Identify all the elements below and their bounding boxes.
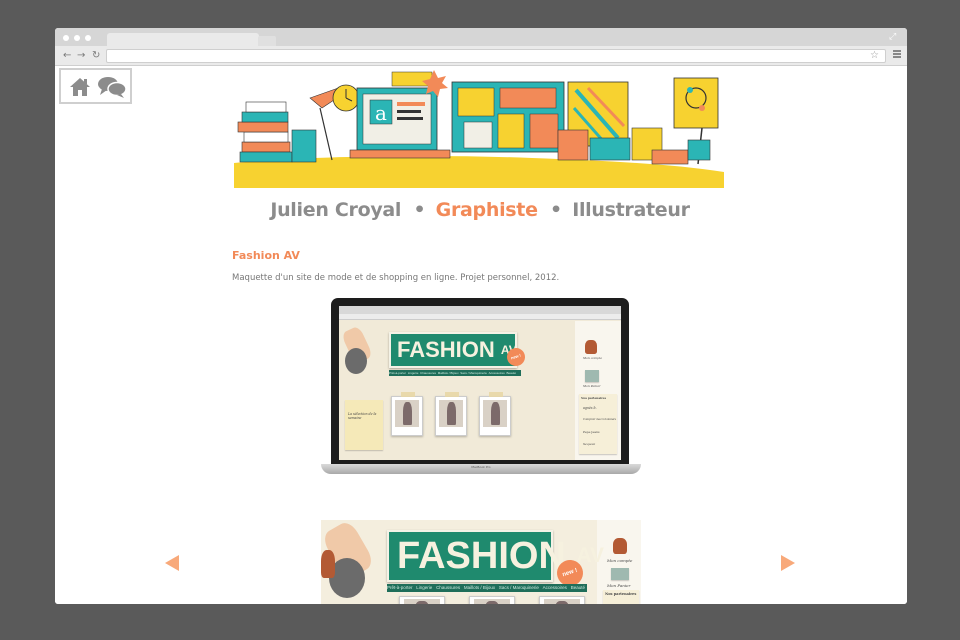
mock-cart-icon [585,370,599,382]
mock-fashion-sign: FASHION AV [387,530,604,582]
mock-nav-item: Sacs / Maroquinerie [460,371,487,375]
mock-sidebar-account: Mon compte [583,356,602,360]
mock-nav-item: Beauté [570,585,585,590]
back-button[interactable]: ← [63,49,71,63]
window-close-dot[interactable] [63,35,69,41]
mock-selection-note: La sélection de la semaine [345,400,383,450]
home-icon[interactable] [69,77,91,97]
mock-tape [401,392,415,397]
mock-nav-bar: Prêt-à-porter Lingerie Chaussures Maillo… [389,370,521,376]
mock-nav-bar: Prêt-à-porter Lingerie Chaussures Maillo… [387,584,587,592]
mock-product-photo [469,596,515,604]
mock-sidebar-icon [613,538,627,554]
title-role-graphiste[interactable]: Graphiste [436,199,538,221]
mock-nav-item: Chaussures [420,371,437,375]
laptop-screen: FASHION AV new ! Prêt-à-porter Lingerie … [339,306,621,460]
mock-partners-box: Nos partenaires agnès b. Comptoir des Co… [579,394,617,454]
mock-sidebar-cart: Mon Panier [583,384,601,388]
site-owner-name: Julien Croyal [270,199,402,221]
new-tab-button[interactable] [258,36,276,46]
window-minimize-dot[interactable] [74,35,80,41]
mock-tape [489,392,503,397]
browser-tab[interactable] [107,33,259,46]
title-role-illustrateur[interactable]: Illustrateur [572,199,690,221]
mock-bag-illustration [321,550,335,578]
project-description: Maquette d'un site de mode et de shoppin… [232,273,560,283]
mock-nav-item: Maillots / Bijoux [463,585,496,590]
mock-browser-chrome [339,306,621,314]
mock-product-photo [539,596,585,604]
mock-scarf-illustration [345,348,367,374]
mock-nav-item: Beauté [506,371,516,375]
browser-toolbar: ← → ↻ ☆ [55,46,907,66]
mock-sidebar-account: Mon compte [607,558,633,563]
mock-nav-item: Accessoires [542,585,567,590]
address-bar[interactable]: ☆ [106,49,886,63]
prev-slide-arrow-icon[interactable] [165,555,179,571]
svg-text:a: a [375,101,387,125]
mock-nav-item: Chaussures [436,585,461,590]
laptop-label: MacBook Pro [471,465,491,469]
laptop-mockup-image: FASHION AV new ! Prêt-à-porter Lingerie … [321,298,641,482]
mock-product-photo [391,396,423,436]
browser-menu-icon[interactable] [893,50,901,58]
page-viewport: a Julien Croyal • Graphiste • Illustrate… [55,66,907,604]
title-separator: • [413,199,426,221]
mock-nav-item: Sacs / Maroquinerie [498,585,539,590]
mock-nav-item: Lingerie [407,371,419,375]
fashion-site-closeup-image: FASHION AV new ! Prêt-à-porter Lingerie … [321,520,641,604]
mock-product-photo [479,396,511,436]
bookmark-star-icon[interactable]: ☆ [870,50,879,62]
mock-fashion-sign: FASHION AV [389,332,517,368]
top-icon-bar [59,68,132,104]
mock-partners-box: Nos partenaires [603,590,639,604]
mock-sidebar-icon [585,340,597,354]
reload-button[interactable]: ↻ [92,49,100,63]
mock-browser-toolbar [339,314,621,320]
next-slide-arrow-icon[interactable] [781,555,795,571]
mock-sidebar-cart: Mon Panier [607,583,631,588]
mock-tape [445,392,459,397]
browser-titlebar: ⤢ [55,28,907,46]
title-separator: • [550,199,562,221]
project-title: Fashion AV [232,249,300,262]
mock-product-photo [399,596,445,604]
mock-nav-item: Accessoires [488,371,505,375]
desk-illustration-banner: a [234,70,724,188]
expand-icon[interactable]: ⤢ [889,32,899,42]
mock-nav-item: Prêt-à-porter [387,585,413,590]
site-title: Julien Croyal • Graphiste • Illustrateur [230,199,730,225]
mock-nav-item: Lingerie [416,585,433,590]
forward-button[interactable]: → [77,49,85,63]
laptop-screen-bezel: FASHION AV new ! Prêt-à-porter Lingerie … [331,298,629,464]
mock-nav-item: Prêt-à-porter [389,371,407,375]
mock-nav-item: Maillots / Bijoux [437,371,459,375]
browser-window: ⤢ ← → ↻ ☆ a Julien Croyal • Graphiste • … [55,28,907,604]
chat-icon[interactable] [97,76,127,98]
mock-product-photo [435,396,467,436]
window-maximize-dot[interactable] [85,35,91,41]
mock-cart-icon [611,568,629,580]
